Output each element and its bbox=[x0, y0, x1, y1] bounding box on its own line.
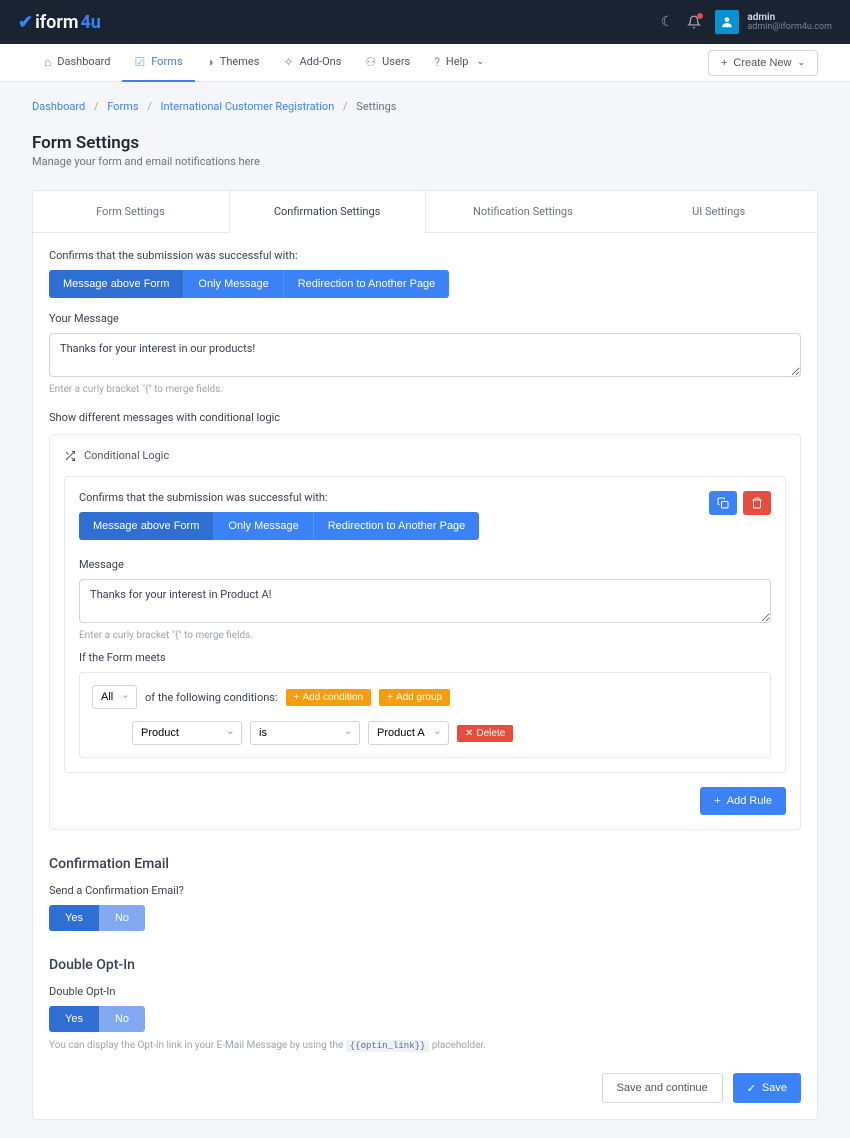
add-condition-button[interactable]: +Add condition bbox=[286, 689, 371, 706]
page-title: Form Settings bbox=[32, 133, 818, 153]
crumb-forms[interactable]: Forms bbox=[107, 100, 138, 113]
confirm-type-group: Message above Form Only Message Redirect… bbox=[49, 270, 449, 298]
help-icon: ? bbox=[434, 55, 440, 69]
check-icon: ✓ bbox=[747, 1082, 756, 1095]
opt-redirect[interactable]: Redirection to Another Page bbox=[284, 270, 450, 298]
double-optin-toggle: Yes No bbox=[49, 1006, 145, 1032]
save-and-continue-button[interactable]: Save and continue bbox=[602, 1073, 723, 1103]
send-email-no[interactable]: No bbox=[99, 905, 145, 931]
send-email-yes[interactable]: Yes bbox=[49, 905, 99, 931]
notifications-icon[interactable] bbox=[687, 15, 701, 29]
rule-opt-message-above[interactable]: Message above Form bbox=[79, 512, 214, 540]
forms-icon: ☑ bbox=[134, 55, 145, 69]
rule-merge-hint: Enter a curly bracket "{" to merge field… bbox=[79, 630, 771, 641]
home-icon: ⌂ bbox=[44, 55, 51, 69]
rule-confirm-type-group: Message above Form Only Message Redirect… bbox=[79, 512, 479, 540]
nav-dashboard[interactable]: ⌂Dashboard bbox=[32, 44, 122, 82]
logo-text-pre: iform bbox=[35, 12, 78, 33]
rule-opt-only-message[interactable]: Only Message bbox=[214, 512, 313, 540]
user-menu[interactable]: admin admin@iform4u.com bbox=[715, 10, 832, 34]
theme-toggle-icon[interactable]: ☾ bbox=[661, 14, 674, 30]
tab-confirmation-settings[interactable]: Confirmation Settings bbox=[229, 190, 426, 233]
chevron-down-icon: ⌄ bbox=[476, 57, 484, 67]
settings-card: Form Settings Confirmation Settings Noti… bbox=[32, 190, 818, 1120]
x-icon: ✕ bbox=[465, 728, 473, 739]
crumb-dashboard[interactable]: Dashboard bbox=[32, 100, 85, 113]
copy-rule-button[interactable] bbox=[709, 491, 737, 515]
topbar: ✔ iform4u ☾ admin admin@iform4u.com bbox=[0, 0, 850, 44]
condition-operator-select[interactable]: is bbox=[250, 721, 360, 745]
double-optin-label: Double Opt-In bbox=[49, 985, 801, 998]
crumb-current: Settings bbox=[356, 100, 396, 113]
tabs: Form Settings Confirmation Settings Noti… bbox=[33, 191, 817, 233]
delete-condition-button[interactable]: ✕Delete bbox=[457, 725, 513, 742]
tab-notification-settings[interactable]: Notification Settings bbox=[426, 191, 622, 232]
themes-icon: ◑ bbox=[207, 55, 214, 69]
double-optin-yes[interactable]: Yes bbox=[49, 1006, 99, 1032]
user-name: admin bbox=[747, 12, 832, 23]
notif-dot bbox=[697, 13, 703, 19]
rule-confirm-label: Confirms that the submission was success… bbox=[79, 491, 709, 504]
opt-message-above[interactable]: Message above Form bbox=[49, 270, 184, 298]
double-optin-heading: Double Opt-In bbox=[49, 957, 801, 973]
plus-icon: + bbox=[714, 795, 720, 807]
shuffle-icon bbox=[64, 450, 76, 462]
add-rule-button[interactable]: + Add Rule bbox=[700, 787, 786, 815]
your-message-label: Your Message bbox=[49, 312, 801, 325]
conditional-messages-label: Show different messages with conditional… bbox=[49, 411, 801, 424]
your-message-input[interactable] bbox=[49, 333, 801, 377]
breadcrumb: Dashboard / Forms / International Custom… bbox=[32, 100, 818, 113]
confirmation-email-heading: Confirmation Email bbox=[49, 856, 801, 872]
logo-check-icon: ✔ bbox=[18, 12, 33, 33]
delete-rule-button[interactable] bbox=[743, 491, 771, 515]
rule-message-input[interactable] bbox=[79, 579, 771, 623]
condition-field-select[interactable]: Product bbox=[132, 721, 242, 745]
condition-value-select[interactable]: Product A bbox=[368, 721, 449, 745]
conditions-box: All of the following conditions: +Add co… bbox=[79, 672, 771, 758]
user-email: admin@iform4u.com bbox=[747, 23, 832, 33]
logo[interactable]: ✔ iform4u bbox=[18, 12, 101, 33]
crumb-form-name[interactable]: International Customer Registration bbox=[161, 100, 335, 113]
nav-forms[interactable]: ☑Forms bbox=[122, 44, 194, 82]
rule-opt-redirect[interactable]: Redirection to Another Page bbox=[314, 512, 480, 540]
avatar bbox=[715, 10, 739, 34]
merge-hint: Enter a curly bracket "{" to merge field… bbox=[49, 384, 801, 395]
plus-icon: + bbox=[721, 57, 727, 69]
tab-form-settings[interactable]: Form Settings bbox=[33, 191, 229, 232]
page-subtitle: Manage your form and email notifications… bbox=[32, 155, 818, 168]
topbar-right: ☾ admin admin@iform4u.com bbox=[661, 10, 832, 34]
add-group-button[interactable]: +Add group bbox=[379, 689, 450, 706]
rule-card: Confirms that the submission was success… bbox=[64, 476, 786, 773]
optin-code: {{optin_link}} bbox=[346, 1040, 430, 1052]
scope-after-text: of the following conditions: bbox=[145, 691, 278, 704]
nav-themes[interactable]: ◑Themes bbox=[195, 44, 272, 82]
if-form-meets-label: If the Form meets bbox=[79, 651, 771, 664]
send-email-toggle: Yes No bbox=[49, 905, 145, 931]
send-email-label: Send a Confirmation Email? bbox=[49, 884, 801, 897]
conditional-logic-title: Conditional Logic bbox=[84, 449, 169, 462]
save-button[interactable]: ✓ Save bbox=[733, 1073, 801, 1103]
opt-only-message[interactable]: Only Message bbox=[184, 270, 283, 298]
users-icon: ⚇ bbox=[365, 55, 376, 69]
nav-users[interactable]: ⚇Users bbox=[353, 44, 422, 82]
logo-text-post: 4u bbox=[80, 12, 100, 33]
scope-select[interactable]: All bbox=[92, 685, 137, 709]
chevron-down-icon: ⌄ bbox=[797, 57, 805, 68]
create-new-button[interactable]: + Create New ⌄ bbox=[708, 50, 818, 76]
addons-icon: ✧ bbox=[283, 55, 293, 69]
optin-help: You can display the Opt-in link in your … bbox=[49, 1040, 801, 1051]
double-optin-no[interactable]: No bbox=[99, 1006, 145, 1032]
rule-message-label: Message bbox=[79, 558, 771, 571]
plus-icon: + bbox=[387, 692, 393, 703]
nav-help[interactable]: ?Help⌄ bbox=[422, 44, 496, 82]
navbar: ⌂Dashboard ☑Forms ◑Themes ✧Add-Ons ⚇User… bbox=[0, 44, 850, 82]
nav-addons[interactable]: ✧Add-Ons bbox=[271, 44, 353, 82]
confirm-type-label: Confirms that the submission was success… bbox=[49, 249, 801, 262]
plus-icon: + bbox=[294, 692, 300, 703]
conditional-logic-card: Conditional Logic Confirms that the subm… bbox=[49, 434, 801, 830]
tab-ui-settings[interactable]: UI Settings bbox=[621, 191, 817, 232]
